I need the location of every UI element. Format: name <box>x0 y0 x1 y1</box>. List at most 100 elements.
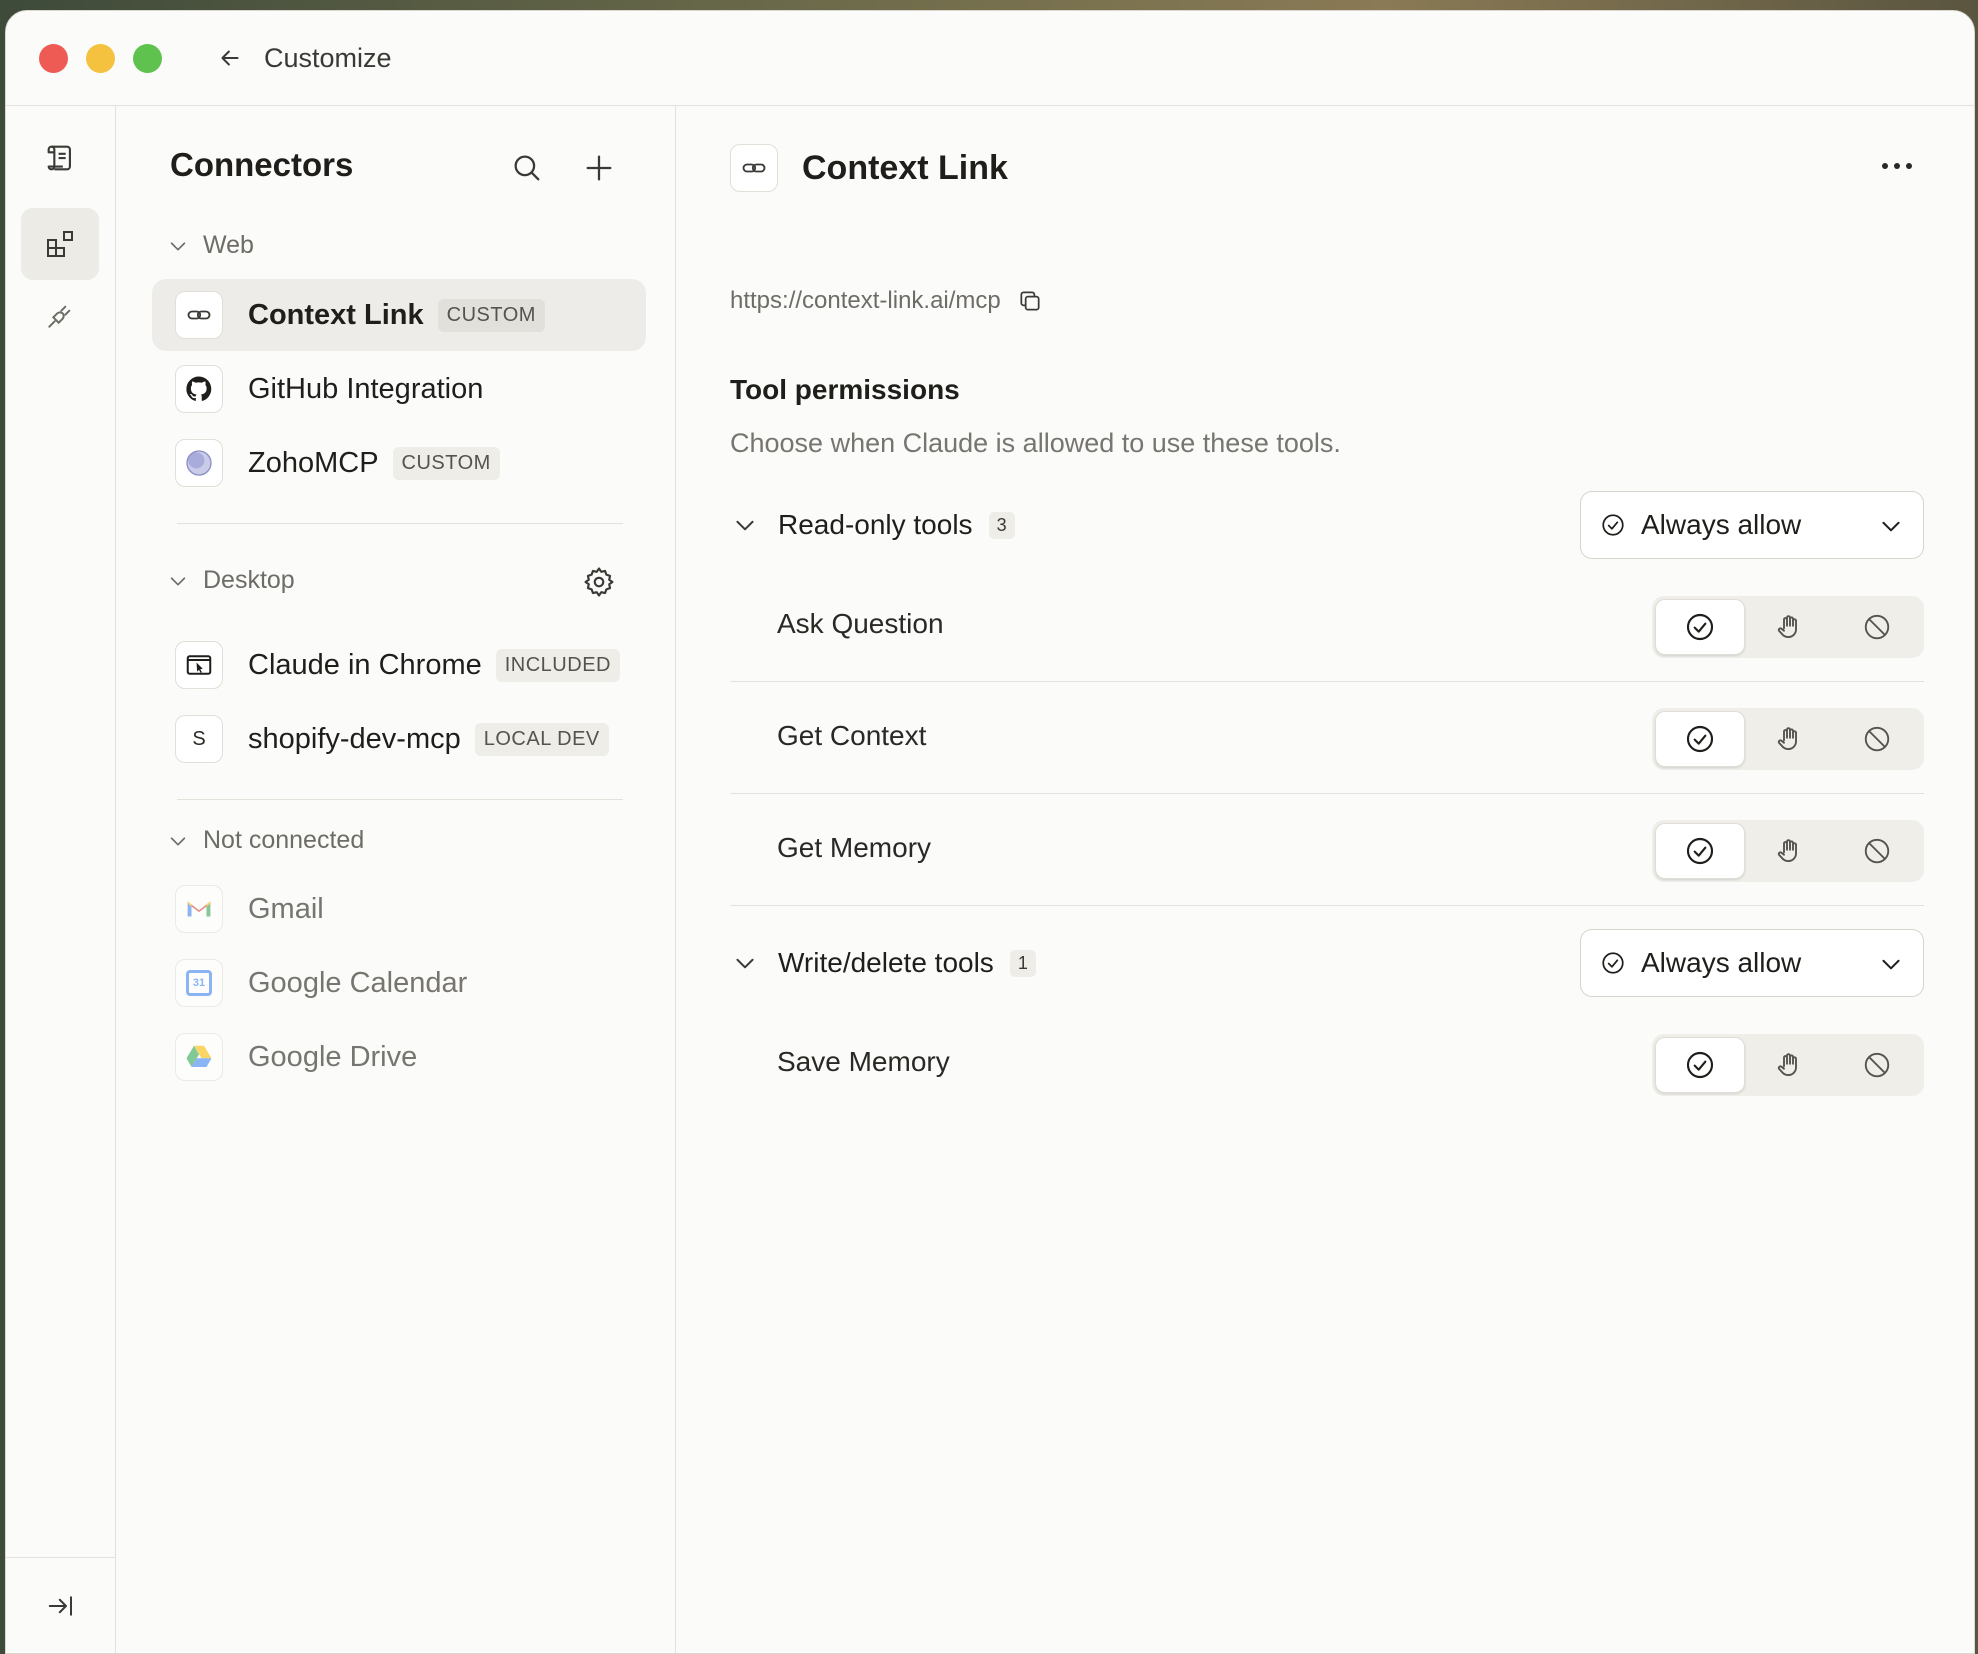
expand-sidebar-button[interactable] <box>36 1581 86 1631</box>
search-connectors-button[interactable] <box>505 146 549 190</box>
hand-icon <box>1777 839 1797 862</box>
more-options-button[interactable] <box>1872 146 1922 186</box>
desktop-settings-button[interactable] <box>577 560 621 604</box>
connector-name: GitHub Integration <box>248 372 484 405</box>
allow-option[interactable] <box>1655 823 1745 879</box>
section-desktop-toggle[interactable]: Desktop <box>167 566 295 595</box>
connector-name: Gmail <box>248 892 324 925</box>
block-icon <box>1864 726 1890 752</box>
gmail-icon <box>175 885 223 933</box>
allow-option[interactable] <box>1655 711 1745 767</box>
connector-item-google-drive[interactable]: Google Drive <box>152 1021 646 1093</box>
ask-option[interactable] <box>1745 711 1833 767</box>
connector-name: shopify-dev-mcp <box>248 722 461 755</box>
connector-url-row: https://context-link.ai/mcp <box>730 286 1045 316</box>
connector-name: Claude in Chrome <box>248 648 482 681</box>
connector-item-zohomcp[interactable]: ZohoMCP CUSTOM <box>152 427 646 499</box>
link-icon <box>175 291 223 339</box>
search-icon <box>514 155 540 181</box>
connector-item-gmail[interactable]: Gmail <box>152 873 646 945</box>
check-circle-icon <box>1686 1051 1714 1079</box>
tool-permission-toggle <box>1652 596 1924 658</box>
tool-permission-toggle <box>1652 820 1924 882</box>
chevron-down-icon <box>1877 512 1905 540</box>
section-not-connected-label: Not connected <box>203 826 365 854</box>
github-icon <box>175 365 223 413</box>
google-calendar-icon: 31 <box>175 959 223 1007</box>
copy-url-button[interactable] <box>1015 286 1045 316</box>
block-option[interactable] <box>1833 823 1921 879</box>
connector-item-claude-in-chrome[interactable]: Claude in Chrome INCLUDED <box>152 629 646 701</box>
connector-name: Google Drive <box>248 1040 418 1073</box>
connector-item-context-link[interactable]: Context Link CUSTOM <box>152 279 646 351</box>
plug-icon <box>48 305 71 328</box>
tool-permission-toggle <box>1652 1034 1924 1096</box>
group-name: Read-only tools <box>778 509 973 540</box>
copy-icon <box>1020 291 1040 311</box>
group-policy-dropdown[interactable]: Always allow <box>1580 491 1924 559</box>
block-option[interactable] <box>1833 599 1921 655</box>
arrow-left-icon <box>221 50 239 66</box>
tool-row-save-memory: Save Memory <box>730 1008 1924 1120</box>
block-option[interactable] <box>1833 711 1921 767</box>
zoom-window-button[interactable] <box>133 43 162 73</box>
section-divider <box>177 799 623 800</box>
rail-connectors-button[interactable] <box>21 208 99 280</box>
add-connector-button[interactable] <box>577 146 621 190</box>
tool-name: Ask Question <box>777 608 944 639</box>
hand-icon <box>1777 1053 1797 1076</box>
connector-item-shopify-dev-mcp[interactable]: S shopify-dev-mcp LOCAL DEV <box>152 703 646 775</box>
back-button[interactable] <box>210 38 250 78</box>
title-bar: Customize <box>6 11 1974 106</box>
gear-icon <box>584 567 614 597</box>
google-drive-icon <box>175 1033 223 1081</box>
blocks-icon <box>47 231 73 257</box>
group-count-badge: 1 <box>1009 949 1036 977</box>
connector-detail-panel: Context Link https://context-link.ai/mcp… <box>677 106 1974 1653</box>
globe-icon <box>175 439 223 487</box>
ask-option[interactable] <box>1745 1037 1833 1093</box>
check-circle-icon <box>1599 511 1627 539</box>
block-option[interactable] <box>1833 1037 1921 1093</box>
policy-label: Always allow <box>1641 947 1802 978</box>
allow-option[interactable] <box>1655 1037 1745 1093</box>
section-web-toggle[interactable]: Web <box>167 231 254 260</box>
tool-row-get-context: Get Context <box>730 682 1924 794</box>
browser-cursor-icon <box>175 641 223 689</box>
allow-option[interactable] <box>1655 599 1745 655</box>
hand-icon <box>1777 615 1797 638</box>
chevron-down-icon <box>170 576 186 585</box>
section-desktop-label: Desktop <box>203 566 295 594</box>
connector-title: Context Link <box>802 149 1008 187</box>
group-name: Write/delete tools <box>778 947 994 978</box>
group-collapse-toggle[interactable] <box>730 510 760 540</box>
rail-plugins-button[interactable] <box>21 280 99 352</box>
more-horizontal-icon <box>1882 163 1912 169</box>
rail-scroll-button[interactable] <box>21 122 99 194</box>
policy-label: Always allow <box>1641 509 1802 540</box>
ask-option[interactable] <box>1745 599 1833 655</box>
connector-name: ZohoMCP <box>248 446 379 479</box>
chevron-down-icon <box>1877 950 1905 978</box>
check-circle-icon <box>1686 725 1714 753</box>
connector-tag: LOCAL DEV <box>474 722 609 756</box>
connector-item-google-calendar[interactable]: 31 Google Calendar <box>152 947 646 1019</box>
group-collapse-toggle[interactable] <box>730 948 760 978</box>
arrow-right-bar-icon <box>48 1595 72 1616</box>
app-window: Customize Connectors Web Context Link CU… <box>5 10 1975 1654</box>
hand-icon <box>1777 727 1797 750</box>
ask-option[interactable] <box>1745 823 1833 879</box>
group-count-badge: 3 <box>988 511 1015 539</box>
connector-tag: INCLUDED <box>495 648 620 682</box>
close-window-button[interactable] <box>39 43 68 73</box>
minimize-window-button[interactable] <box>86 43 115 73</box>
tool-group-read-only: Read-only tools 3 Always allow <box>730 491 1924 559</box>
section-not-connected-toggle[interactable]: Not connected <box>167 826 364 855</box>
permissions-title: Tool permissions <box>730 374 960 405</box>
permissions-description: Choose when Claude is allowed to use the… <box>730 428 1341 458</box>
tool-name: Save Memory <box>777 1046 950 1077</box>
group-policy-dropdown[interactable]: Always allow <box>1580 929 1924 997</box>
chevron-down-icon <box>170 836 186 845</box>
connector-item-github[interactable]: GitHub Integration <box>152 353 646 425</box>
chevron-down-icon <box>736 958 754 969</box>
